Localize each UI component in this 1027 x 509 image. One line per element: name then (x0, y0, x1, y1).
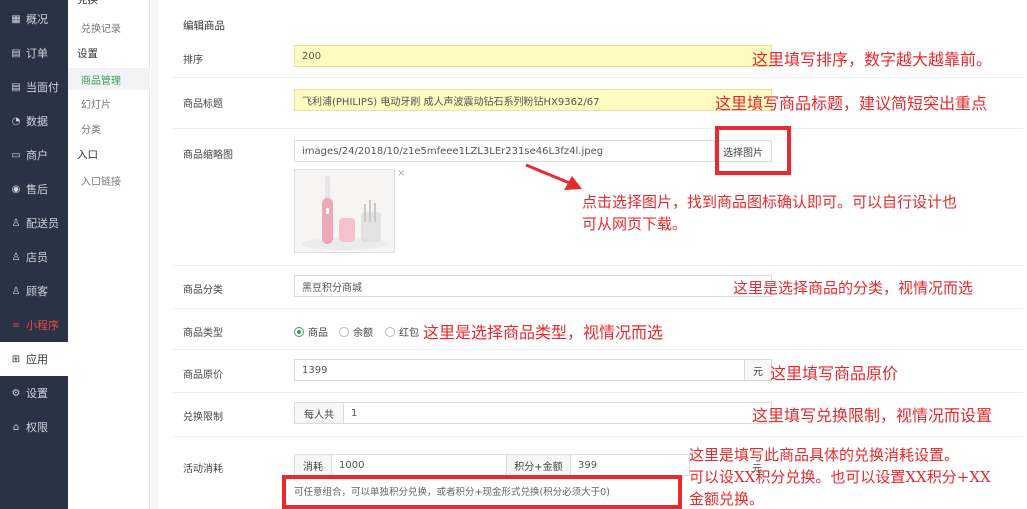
annotation-price: 这里填写商品原价 (770, 364, 899, 383)
divider (171, 392, 1023, 393)
nav-item-aftersale[interactable]: ◉ 售后 (0, 172, 68, 206)
delivery-icon: ♙ (11, 217, 21, 229)
radio-selected-icon (294, 326, 304, 337)
annotation-category: 这里是选择商品的分类，视情况而选 (733, 279, 974, 297)
cost-prefix: 消耗 (294, 454, 332, 476)
annotation-image-1: 点击选择图片，找到商品图标确认即可。可以自行设计也 (582, 193, 958, 211)
permission-icon: ⌂ (12, 421, 20, 433)
nav2-item-goods[interactable]: 商品管理 (68, 68, 150, 90)
nav-item-miniprogram[interactable]: ∞ 小程序 (0, 308, 68, 342)
divider (171, 128, 1023, 129)
type-radio-goods[interactable]: 商品 (294, 324, 328, 339)
nav-item-clerk[interactable]: ♙ 店员 (0, 240, 68, 274)
annotation-title: 这里填写商品标题，建议简短突出重点 (715, 94, 988, 113)
type-radio-balance[interactable]: 余额 (339, 324, 373, 339)
customer-icon: ♙ (11, 285, 21, 297)
pay-icon: ▤ (11, 81, 21, 93)
nav-item-data[interactable]: ◔ 数据 (0, 104, 68, 138)
price-label: 商品原价 (183, 370, 223, 381)
divider (171, 349, 1023, 350)
nav-item-permission[interactable]: ⌂ 权限 (0, 410, 68, 444)
cost-points-input[interactable]: 1000 (331, 454, 507, 476)
price-unit: 元 (744, 359, 772, 381)
form-title: 编辑商品 (183, 20, 225, 32)
category-label: 商品分类 (183, 285, 223, 296)
annotation-sort: 这里填写排序，数字越大越靠前。 (752, 50, 993, 69)
divider (171, 308, 1023, 309)
clerk-icon: ♙ (11, 251, 21, 263)
arrow-icon (525, 163, 582, 190)
category-select[interactable]: 黑豆积分商城 (294, 275, 772, 297)
apps-icon: ⊞ (11, 353, 21, 365)
data-icon: ◔ (11, 115, 21, 127)
type-label: 商品类型 (183, 328, 223, 339)
remove-image-icon[interactable]: × (397, 168, 405, 179)
radio-icon (339, 326, 349, 337)
divider (171, 77, 1023, 78)
nav-item-apps[interactable]: ⊞ 应用 (0, 342, 68, 376)
nav-item-merchant[interactable]: ▭ 商户 (0, 138, 68, 172)
price-input[interactable]: 1399 (294, 359, 745, 381)
nav2-item-entry-link[interactable]: 入口链接 (68, 169, 150, 191)
nav2-item-category[interactable]: 分类 (68, 117, 150, 139)
product-thumbnail (294, 169, 395, 253)
type-radio-redpacket[interactable]: 红包 (385, 324, 419, 339)
highlight-box-hint (282, 475, 682, 509)
annotation-cost-3: 金额兑换。 (689, 490, 765, 508)
divider (171, 436, 1023, 437)
cost-money-input[interactable]: 399 (570, 454, 690, 476)
nav-item-overview[interactable]: ▦ 概况 (0, 2, 68, 36)
radio-icon (385, 326, 395, 337)
merchant-icon: ▭ (11, 149, 21, 161)
annotation-type: 这里是选择商品类型，视情况而选 (423, 323, 664, 342)
nav2-group-exchange[interactable]: 兑换 (68, 0, 150, 10)
nav2-group-entry[interactable]: 入口 (68, 143, 150, 165)
limit-label: 兑换限制 (183, 412, 223, 423)
title-label: 商品标题 (183, 99, 223, 110)
nav-item-order[interactable]: ▤ 订单 (0, 36, 68, 70)
highlight-box-choose-image (715, 126, 791, 175)
nav-item-customer[interactable]: ♙ 顾客 (0, 274, 68, 308)
order-icon: ▤ (11, 47, 21, 59)
annotation-limit: 这里填写兑换限制，视情况而设置 (752, 406, 993, 425)
sort-label: 排序 (183, 55, 203, 66)
settings-icon: ⚙ (11, 387, 21, 399)
nav2-item-slides[interactable]: 幻灯片 (68, 92, 150, 114)
limit-input[interactable]: 1 (343, 402, 772, 424)
cost-label: 活动消耗 (183, 464, 223, 475)
limit-prefix: 每人共 (294, 402, 344, 424)
nav-item-pay[interactable]: ▤ 当面付 (0, 70, 68, 104)
overview-icon: ▦ (11, 13, 21, 25)
annotation-image-2: 可从网页下载。 (582, 215, 688, 233)
annotation-cost-1: 这里是填写此商品具体的兑换消耗设置。 (689, 446, 960, 464)
secondary-nav: 兑换 兑换记录 设置 商品管理 幻灯片 分类 入口 入口链接 (68, 0, 150, 509)
divider (171, 265, 1023, 266)
nav2-group-settings[interactable]: 设置 (68, 42, 150, 64)
nav2-item-records[interactable]: 兑换记录 (68, 16, 150, 38)
annotation-cost-2: 可以设XX积分兑换。也可以设置XX积分+XX (689, 468, 991, 486)
toothbrush-image (295, 170, 394, 252)
nav-item-delivery[interactable]: ♙ 配送员 (0, 206, 68, 240)
thumbnail-label: 商品缩略图 (183, 150, 233, 161)
sort-input[interactable]: 200 (294, 45, 772, 67)
primary-nav: ▦ 概况 ▤ 订单 ▤ 当面付 ◔ 数据 ▭ 商户 ◉ 售后 ♙ 配送员 ♙ 店员 ♙ 顾客 ∞ 小… (0, 0, 68, 509)
page: ▦ 概况 ▤ 订单 ▤ 当面付 ◔ 数据 ▭ 商户 ◉ 售后 ♙ 配送员 ♙ 店员 ♙ 顾客 ∞ 小… (0, 0, 1027, 509)
title-input[interactable]: 飞利浦(PHILIPS) 电动牙刷 成人声波震动钻石系列粉钻HX9362/67 (294, 89, 772, 111)
cost-mid-label: 积分+金额 (506, 454, 571, 476)
miniprogram-icon: ∞ (11, 319, 21, 331)
aftersale-icon: ◉ (11, 183, 21, 195)
thumbnail-path-input[interactable]: images/24/2018/10/z1e5mfeee1LZL3LEr231se… (294, 140, 715, 162)
nav-item-settings[interactable]: ⚙ 设置 (0, 376, 68, 410)
